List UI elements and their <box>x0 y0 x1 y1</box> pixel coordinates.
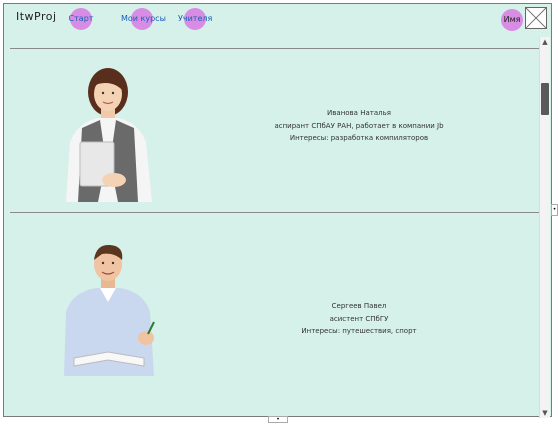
resize-handle-bottom[interactable]: • <box>268 416 288 423</box>
nav-item-label: Учителя <box>178 14 213 23</box>
nav-item-label: Старт <box>68 14 94 23</box>
teacher-info: Иванова Наталья аспирант СПбАУ РАН, рабо… <box>259 107 459 145</box>
teacher-name: Иванова Наталья <box>327 109 391 117</box>
nav-item-label: Мои курсы <box>121 14 166 23</box>
app-window: ItwProj Старт Мои курсы Учителя Имя Иван… <box>3 3 552 418</box>
scrollbar-thumb[interactable] <box>541 83 549 115</box>
teacher-info: Сергеев Павел асистент СПбГУ Интересы: п… <box>259 300 459 338</box>
section-divider <box>10 212 541 213</box>
chevron-down-icon[interactable]: ▼ <box>540 408 550 418</box>
user-avatar[interactable] <box>525 7 547 29</box>
teacher-position: аспирант СПбАУ РАН, работает в компании … <box>274 121 444 130</box>
chevron-up-icon[interactable]: ▲ <box>540 37 550 47</box>
teacher-photo <box>56 240 162 376</box>
brand-logo[interactable]: ItwProj <box>16 10 57 23</box>
teacher-interests: Интересы: путешествия, спорт <box>301 327 417 335</box>
teacher-interests: Интересы: разработка компиляторов <box>289 134 429 142</box>
user-name-button[interactable]: Имя <box>501 9 523 31</box>
teacher-photo <box>48 62 166 202</box>
teacher-name: Сергеев Павел <box>331 302 387 310</box>
resize-handle-right[interactable]: • <box>551 204 558 216</box>
section-divider <box>10 48 541 49</box>
teacher-position: асистент СПбГУ <box>329 314 389 323</box>
nav-item-teachers[interactable]: Учителя <box>176 8 214 30</box>
nav-item-my-courses[interactable]: Мои курсы <box>119 8 166 30</box>
vertical-scrollbar[interactable]: ▲ ▼ <box>539 37 550 418</box>
top-navigation-bar: ItwProj Старт Мои курсы Учителя Имя <box>4 4 551 34</box>
nav-item-start[interactable]: Старт <box>64 8 98 30</box>
image-placeholder-icon <box>526 8 546 28</box>
